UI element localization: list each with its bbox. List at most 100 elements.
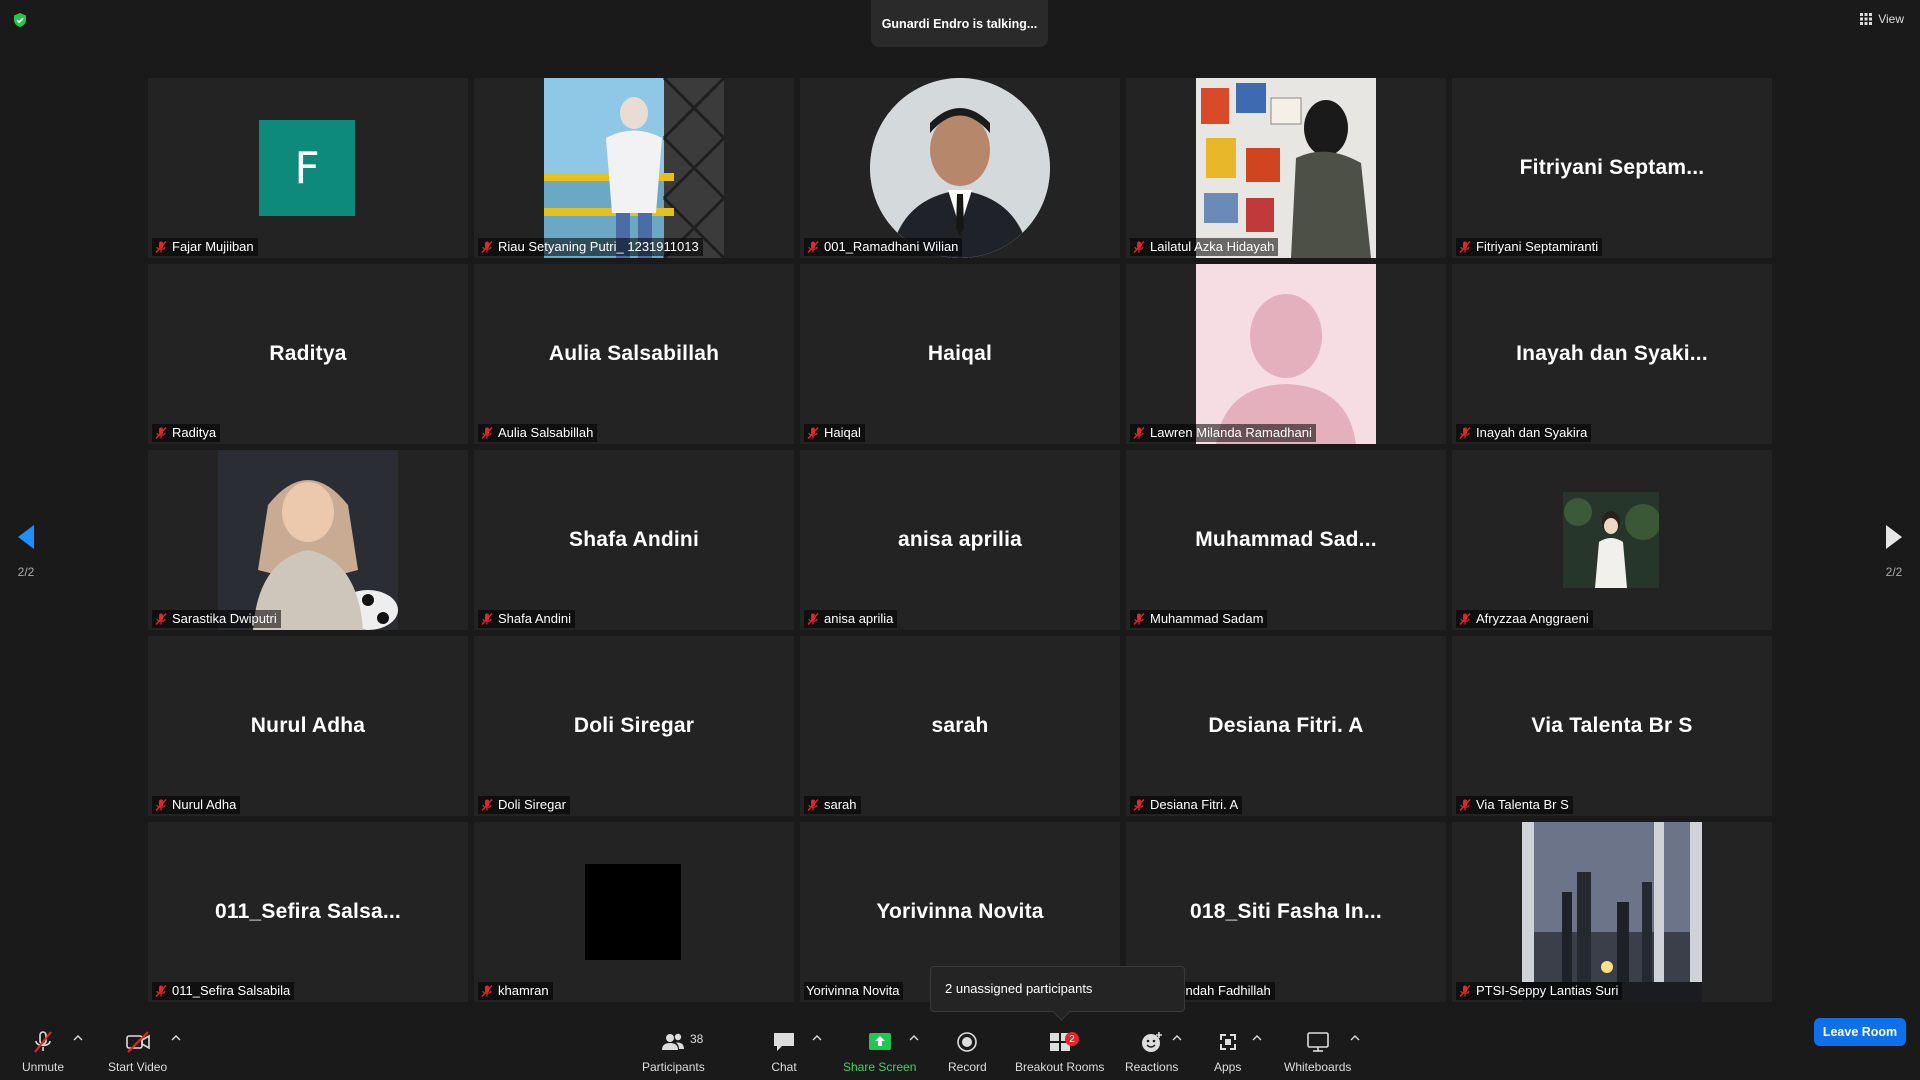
whiteboard-icon <box>1306 1032 1329 1052</box>
reactions-label: Reactions <box>1125 1060 1179 1074</box>
participant-name-label: Lailatul Azka Hidayah <box>1130 238 1279 256</box>
participant-tile[interactable]: Haiqal Haiqal <box>800 264 1120 444</box>
record-label: Record <box>948 1060 987 1074</box>
arrow-left-icon[interactable] <box>16 523 36 551</box>
leave-room-label: Leave Room <box>1822 1025 1898 1039</box>
participant-tile[interactable]: anisa aprilia anisa aprilia <box>800 450 1120 630</box>
unmute-label: Unmute <box>22 1060 65 1074</box>
leave-room-button[interactable]: Leave Room <box>1814 1018 1906 1046</box>
start-video-button[interactable]: Start Video <box>108 1030 167 1074</box>
participant-name-label: 001_Ramadhani Wilian <box>804 238 963 256</box>
reactions-options-caret-icon[interactable] <box>1172 1034 1182 1042</box>
breakout-rooms-button[interactable]: Breakout Rooms <box>1015 1030 1104 1074</box>
mic-muted-icon <box>1133 240 1145 253</box>
view-button[interactable]: View <box>1860 12 1904 26</box>
share-screen-label: Share Screen <box>843 1060 917 1074</box>
participant-tile[interactable]: khamran <box>474 822 794 1002</box>
unmute-button[interactable]: Unmute <box>22 1030 64 1074</box>
participants-count: 38 <box>690 1032 704 1046</box>
mic-muted-icon <box>481 240 493 253</box>
mic-muted-icon <box>155 240 167 253</box>
participant-tile[interactable]: Nurul Adha Nurul Adha <box>148 636 468 816</box>
whiteboards-button[interactable]: Whiteboards <box>1284 1030 1351 1074</box>
participant-tile[interactable]: Inayah dan Syaki... Inayah dan Syakira <box>1452 264 1772 444</box>
previous-page-nav[interactable]: 2/2 <box>16 523 36 579</box>
view-label: View <box>1878 12 1904 26</box>
next-page-nav[interactable]: 2/2 <box>1884 523 1904 579</box>
participant-tile[interactable]: Aulia Salsabillah Aulia Salsabillah <box>474 264 794 444</box>
mic-muted-icon <box>481 426 493 439</box>
participant-tile[interactable]: F Fajar Mujiiban <box>148 78 468 258</box>
participant-tile[interactable]: Doli Siregar Doli Siregar <box>474 636 794 816</box>
participant-tile[interactable]: 001_Ramadhani Wilian <box>800 78 1120 258</box>
share-options-caret-icon[interactable] <box>909 1034 919 1042</box>
mic-muted-icon <box>155 612 167 625</box>
participant-tile[interactable]: Sarastika Dwiputri <box>148 450 468 630</box>
arrow-right-icon[interactable] <box>1884 523 1904 551</box>
mic-muted-icon <box>1133 798 1145 811</box>
participant-tile[interactable]: PTSI-Seppy Lantias Suri <box>1452 822 1772 1002</box>
participant-tile[interactable]: 011_Sefira Salsa... 011_Sefira Salsabila <box>148 822 468 1002</box>
participant-tile[interactable]: Raditya Raditya <box>148 264 468 444</box>
participant-name-label: Lawren Milanda Ramadhani <box>1130 424 1316 442</box>
apps-options-caret-icon[interactable] <box>1252 1034 1262 1042</box>
participant-video-photo <box>544 78 724 258</box>
participant-video-photo <box>585 864 681 960</box>
mic-muted-icon <box>155 984 167 997</box>
chat-button[interactable]: Chat <box>771 1030 797 1074</box>
participant-display-name: Fitriyani Septam... <box>1519 156 1705 179</box>
participant-display-name: sarah <box>931 714 989 737</box>
share-screen-button[interactable]: Share Screen <box>843 1030 916 1074</box>
participant-name-label: Aulia Salsabillah <box>478 424 598 442</box>
chat-options-caret-icon[interactable] <box>812 1034 822 1042</box>
unassigned-participants-tooltip[interactable]: 2 unassigned participants <box>930 966 1185 1012</box>
reactions-button[interactable]: Reactions <box>1125 1030 1178 1074</box>
participant-tile[interactable]: Riau Setyaning Putri_ 1231911013 <box>474 78 794 258</box>
participant-video-photo <box>218 450 398 630</box>
page-indicator-right: 2/2 <box>1885 565 1903 579</box>
participant-tile[interactable]: Lawren Milanda Ramadhani <box>1126 264 1446 444</box>
participant-display-name: Haiqal <box>927 342 993 365</box>
mic-muted-icon <box>1133 612 1145 625</box>
participant-name-label: khamran <box>478 982 553 1000</box>
mic-muted-icon <box>1459 984 1471 997</box>
participant-tile[interactable]: Afryzzaa Anggraeni <box>1452 450 1772 630</box>
share-screen-icon <box>868 1033 891 1050</box>
participant-name-label: Inayah dan Syakira <box>1456 424 1592 442</box>
participant-name-label: Via Talenta Br S <box>1456 796 1573 814</box>
participant-display-name: Inayah dan Syaki... <box>1516 342 1708 365</box>
participant-name-label: Raditya <box>152 424 221 442</box>
record-icon <box>957 1032 978 1052</box>
participant-name-label: Muhammad Sadam <box>1130 610 1268 628</box>
participant-tile[interactable]: Desiana Fitri. A Desiana Fitri. A <box>1126 636 1446 816</box>
participant-tile[interactable]: Via Talenta Br S Via Talenta Br S <box>1452 636 1772 816</box>
record-button[interactable]: Record <box>948 1030 987 1074</box>
participant-name-label: sarah <box>804 796 861 814</box>
participants-label: Participants <box>642 1060 705 1074</box>
mic-muted-icon <box>481 612 493 625</box>
mic-muted-icon <box>807 798 819 811</box>
participant-tile[interactable]: Shafa Andini Shafa Andini <box>474 450 794 630</box>
participant-tile[interactable]: Fitriyani Septam... Fitriyani Septamiran… <box>1452 78 1772 258</box>
apps-label: Apps <box>1214 1060 1242 1074</box>
whiteboards-label: Whiteboards <box>1284 1060 1352 1074</box>
grid-view-icon <box>1860 13 1873 25</box>
whiteboards-options-caret-icon[interactable] <box>1350 1034 1360 1042</box>
participant-display-name: Via Talenta Br S <box>1531 714 1693 737</box>
default-avatar-silhouette <box>1196 264 1376 444</box>
participant-name-label: Shafa Andini <box>478 610 576 628</box>
video-options-caret-icon[interactable] <box>171 1034 181 1042</box>
audio-options-caret-icon[interactable] <box>73 1034 83 1042</box>
participant-display-name: anisa aprilia <box>898 528 1022 551</box>
active-speaker-banner: Gunardi Endro is talking... <box>871 0 1048 47</box>
participant-tile[interactable]: sarah sarah <box>800 636 1120 816</box>
breakout-rooms-label: Breakout Rooms <box>1015 1060 1105 1074</box>
encryption-shield-icon[interactable] <box>12 12 28 28</box>
video-off-icon <box>125 1031 150 1053</box>
participant-display-name: Doli Siregar <box>573 714 695 737</box>
meeting-toolbar: Unmute Start Video Participants 38 Chat … <box>0 1022 1920 1080</box>
mic-muted-icon <box>1459 240 1471 253</box>
participant-tile[interactable]: Muhammad Sad... Muhammad Sadam <box>1126 450 1446 630</box>
apps-button[interactable]: Apps <box>1214 1030 1241 1074</box>
participant-tile[interactable]: Lailatul Azka Hidayah <box>1126 78 1446 258</box>
